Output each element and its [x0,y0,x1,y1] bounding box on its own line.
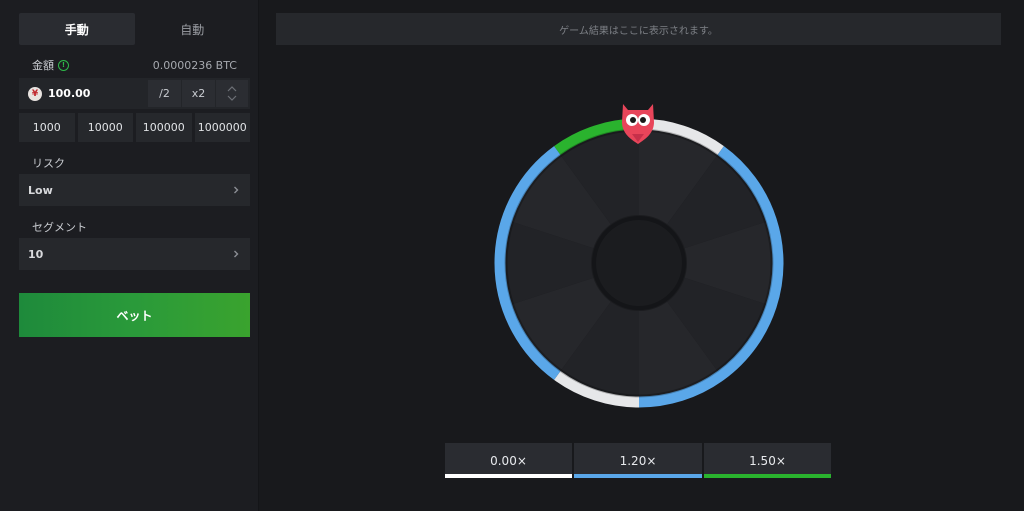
preset-10000[interactable]: 10000 [77,113,133,142]
preset-1000000[interactable]: 1000000 [194,113,250,142]
segments-select[interactable]: 10 [19,238,250,270]
multiplier-color-bar [445,474,572,478]
preset-1000[interactable]: 1000 [19,113,75,142]
bet-button[interactable]: ベット [19,293,250,337]
amount-header: 金額 ! 0.0000236 BTC [19,57,250,73]
yen-coin-icon: ¥ [28,86,42,101]
chevron-down-icon [227,95,237,101]
multiplier-0[interactable]: 0.00× [445,443,572,478]
multiplier-color-bar [704,474,831,478]
amount-stepper[interactable] [216,80,248,107]
wheel [494,104,784,408]
multiplier-label: 1.50× [749,453,786,468]
chevron-up-icon [227,86,237,92]
half-amount-button[interactable]: /2 [148,80,181,107]
result-banner: ゲーム結果はここに表示されます。 [276,13,1001,45]
info-icon[interactable]: ! [58,59,69,71]
bet-sidebar: 手動 自動 金額 ! 0.0000236 BTC ¥ 100.00 /2 x2 … [0,0,259,511]
multiplier-color-bar [574,474,702,478]
tab-manual[interactable]: 手動 [19,13,135,45]
mode-tabs: 手動 自動 [19,13,250,45]
wheel-hub [591,215,687,311]
multiplier-2[interactable]: 1.50× [704,443,831,478]
preset-100000[interactable]: 100000 [136,113,192,142]
risk-select[interactable]: Low [19,174,250,206]
risk-value: Low [28,183,53,197]
chevron-right-icon [234,186,239,194]
amount-label: 金額 [32,59,54,72]
multiplier-label: 1.20× [619,453,657,468]
btc-equivalent: 0.0000236 BTC [152,58,237,72]
multiplier-label: 0.00× [490,453,527,468]
segments-value: 10 [28,247,44,261]
amount-label-group: 金額 ! [19,57,69,73]
multiplier-1[interactable]: 1.20× [574,443,702,478]
risk-label: リスク [32,157,65,170]
amount-value: 100.00 [48,87,91,100]
result-text: ゲーム結果はここに表示されます。 [559,25,718,37]
amount-input[interactable]: ¥ 100.00 [19,86,148,101]
preset-amounts: 1000 10000 100000 1000000 [19,113,250,142]
amount-row: ¥ 100.00 /2 x2 [19,78,250,109]
tab-auto[interactable]: 自動 [135,13,251,45]
chevron-right-icon [234,250,239,258]
segments-label: セグメント [32,221,87,234]
double-amount-button[interactable]: x2 [182,80,215,107]
